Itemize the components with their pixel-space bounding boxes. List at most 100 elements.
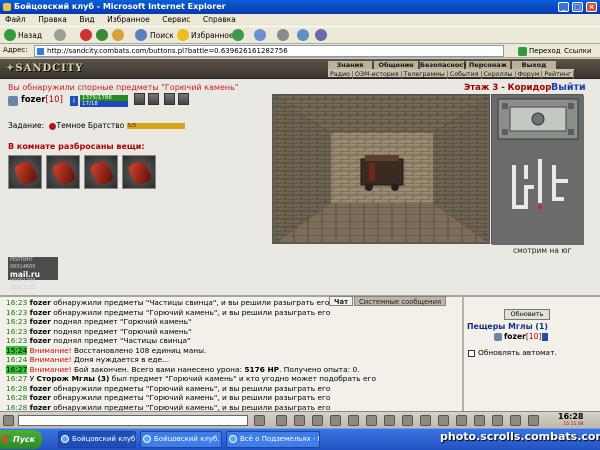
messenger-icon[interactable]: [315, 29, 327, 41]
menu-edit[interactable]: Правка: [33, 14, 72, 26]
chat-time[interactable]: 16:23: [6, 336, 27, 345]
online-user[interactable]: fozer[10]: [494, 332, 549, 341]
menu-file[interactable]: Файл: [0, 14, 31, 26]
chat-nick[interactable]: fozer: [30, 393, 51, 402]
nav-knowledge[interactable]: Знания: [328, 61, 372, 69]
friends-icon[interactable]: [420, 415, 431, 426]
info-icon[interactable]: [542, 333, 549, 341]
map-icon[interactable]: [456, 415, 467, 426]
chat-time[interactable]: 16:23: [6, 327, 27, 336]
chat-time[interactable]: 15:24: [6, 345, 28, 355]
auto-refresh-checkbox[interactable]: Обновлять автомат.: [468, 348, 557, 357]
exit-link[interactable]: Выйти: [551, 82, 586, 93]
clear-chat-icon[interactable]: [312, 415, 323, 426]
menu-view[interactable]: Вид: [74, 14, 99, 26]
character-name[interactable]: fozer[10]: [21, 95, 63, 105]
task-combats[interactable]: Бойцовский клуб - Mi...: [58, 431, 136, 448]
save-log-icon[interactable]: [348, 415, 359, 426]
refresh-icon[interactable]: [96, 29, 108, 41]
forward-arrow-icon[interactable]: [54, 29, 66, 41]
armor-icon[interactable]: [164, 93, 175, 105]
filter-icon[interactable]: [330, 415, 341, 426]
chat-nick[interactable]: fozer: [30, 317, 51, 326]
chat-mode-icon[interactable]: [3, 415, 14, 426]
minimap[interactable]: [491, 94, 584, 245]
nav-telegrams[interactable]: Телеграммы: [402, 71, 448, 79]
menu-tools[interactable]: Сервис: [157, 14, 195, 26]
nav-rating[interactable]: Рейтинг: [542, 71, 575, 79]
chat-time[interactable]: 16:28: [6, 393, 27, 402]
back-arrow-icon[interactable]: [4, 29, 16, 41]
bag-icon[interactable]: [492, 415, 503, 426]
chat-time[interactable]: 16:27: [6, 374, 27, 383]
chat-npc-name[interactable]: Сторож Мглы (3): [37, 374, 110, 383]
scroll-icon[interactable]: [384, 415, 395, 426]
menu-favorites[interactable]: Избранное: [102, 14, 155, 26]
nav-ozm-history[interactable]: ОЗМ-история: [353, 71, 402, 79]
history-icon[interactable]: [232, 29, 244, 41]
close-button[interactable]: ×: [586, 2, 597, 12]
power-icon[interactable]: [528, 415, 539, 426]
item-burning-stone[interactable]: [84, 155, 118, 189]
nav-character[interactable]: Персонаж: [466, 61, 510, 69]
start-button[interactable]: Пуск: [0, 430, 42, 449]
checkbox-icon[interactable]: [468, 349, 475, 357]
item-burning-stone[interactable]: [122, 155, 156, 189]
address-input[interactable]: http://sandcity.combats.com/buttons.pl?b…: [34, 45, 504, 57]
task-dungeons[interactable]: Всё о Подземельях - Da...: [226, 431, 320, 448]
nav-security[interactable]: Безопасность: [420, 61, 471, 69]
mail-icon[interactable]: [254, 29, 266, 41]
nav-events[interactable]: События: [448, 71, 482, 79]
nav-radio[interactable]: Радио: [328, 71, 353, 79]
skull-icon[interactable]: [178, 93, 189, 105]
music-icon[interactable]: [366, 415, 377, 426]
print-icon[interactable]: [277, 29, 289, 41]
chat-nick[interactable]: fozer: [30, 327, 51, 336]
dungeon-view[interactable]: [272, 94, 490, 244]
maximize-button[interactable]: □: [572, 2, 583, 12]
chat-time[interactable]: 16:23: [6, 298, 27, 307]
chat-time[interactable]: 16:28: [6, 384, 27, 393]
translit-icon[interactable]: [294, 415, 305, 426]
back-button[interactable]: Назад: [18, 29, 42, 43]
sword-icon[interactable]: [438, 415, 449, 426]
nav-scrolls[interactable]: Скроллы: [482, 71, 516, 79]
home-icon[interactable]: [112, 29, 124, 41]
chat-nick[interactable]: fozer: [30, 298, 51, 307]
chat-nick[interactable]: fozer: [30, 308, 51, 317]
gear-settings-icon[interactable]: [134, 93, 145, 105]
task-forum[interactable]: Бойцовский клуб. Фору...: [140, 431, 222, 448]
nav-forum[interactable]: Форум: [516, 71, 543, 79]
chat-nick[interactable]: fozer: [30, 384, 51, 393]
go-button[interactable]: Переход: [518, 45, 561, 57]
minimize-button[interactable]: _: [558, 2, 569, 12]
info-icon[interactable]: i: [70, 96, 78, 106]
chat-time[interactable]: 16:24: [6, 355, 27, 364]
smiley-icon[interactable]: [276, 415, 287, 426]
chat-time[interactable]: 16:23: [6, 317, 27, 326]
chat-nick[interactable]: fozer: [30, 336, 51, 345]
mailru-counter[interactable]: РЕЙТИНГ 00014605 mail.ru 00001200 000022…: [8, 257, 58, 291]
item-burning-stone[interactable]: [8, 155, 42, 189]
menu-bar: Файл Правка Вид Избранное Сервис Справка: [0, 14, 600, 26]
menu-help[interactable]: Справка: [198, 14, 241, 26]
send-icon[interactable]: [254, 415, 265, 426]
stop-icon[interactable]: [80, 29, 92, 41]
nav-exit[interactable]: Выход: [512, 61, 556, 69]
links-button[interactable]: Ссылки: [564, 45, 592, 57]
favorites-star-icon[interactable]: [177, 29, 189, 41]
favorites-button[interactable]: Избранное: [191, 29, 234, 43]
search-icon[interactable]: [135, 29, 147, 41]
search-button[interactable]: Поиск: [150, 29, 174, 43]
mail-icon[interactable]: [474, 415, 485, 426]
nav-communication[interactable]: Общение: [374, 61, 418, 69]
clock-icon[interactable]: [402, 415, 413, 426]
chat-time[interactable]: 16:23: [6, 308, 27, 317]
shield-icon[interactable]: [148, 93, 159, 105]
edit-icon[interactable]: [297, 29, 309, 41]
item-burning-stone[interactable]: [46, 155, 80, 189]
chat-input[interactable]: [18, 415, 248, 426]
chat-time[interactable]: 16:27: [6, 364, 28, 374]
door-icon[interactable]: [510, 415, 521, 426]
refresh-button[interactable]: Обновить: [504, 309, 550, 320]
